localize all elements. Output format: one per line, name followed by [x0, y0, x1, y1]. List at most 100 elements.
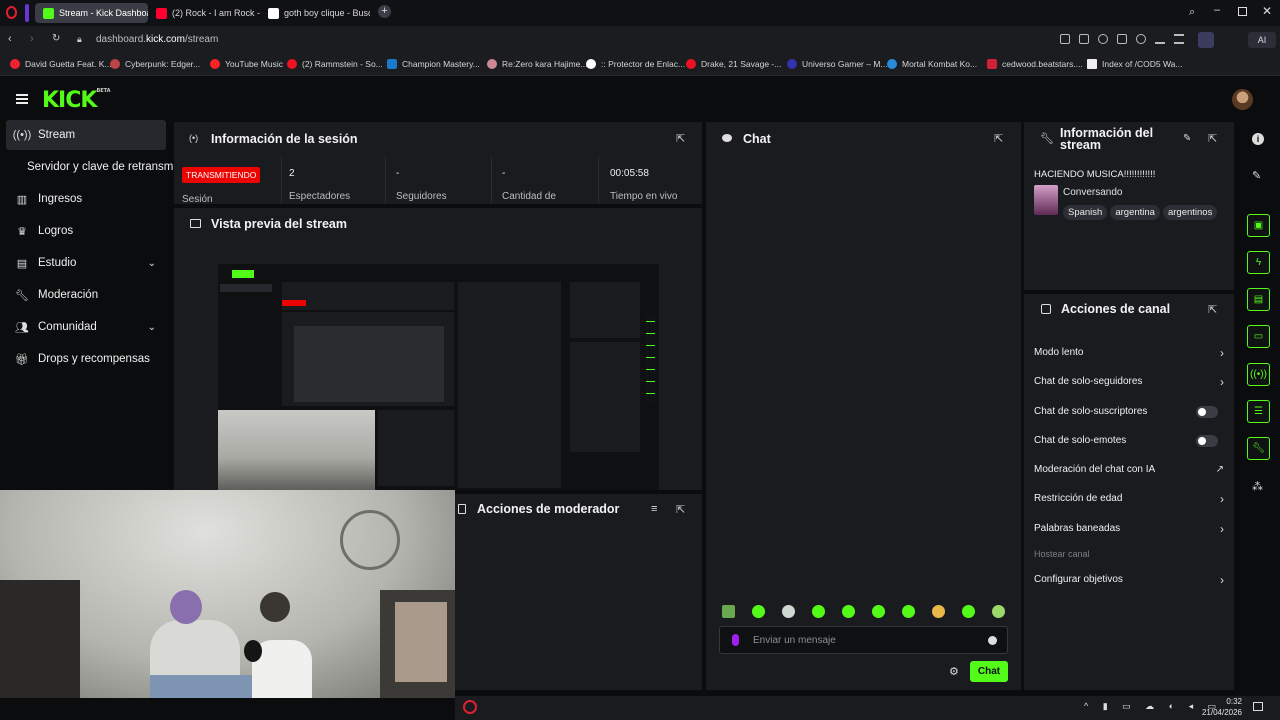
emote-icon[interactable] — [812, 605, 825, 618]
channel-action-banned-words[interactable]: Palabras baneadas › — [1034, 522, 1224, 536]
divider — [598, 157, 599, 203]
sidebar-item-moderacion[interactable]: 🔧︎ Moderación — [6, 280, 166, 310]
expand-icon[interactable]: ⇱ — [676, 503, 685, 516]
emote-icon[interactable] — [992, 605, 1005, 618]
bookmark-item[interactable]: Drake, 21 Savage -... — [686, 59, 781, 69]
bookmark-item[interactable]: Universo Gamer – M... — [787, 59, 888, 69]
rail-button-more-icon[interactable]: ⁂ — [1252, 480, 1263, 493]
emote-icon[interactable] — [902, 605, 915, 618]
sidebar-item-estudio[interactable]: ▤ Estudio ⌄ — [6, 248, 166, 278]
emote-icon[interactable] — [722, 605, 735, 618]
kick-logo[interactable]: KICKBETA — [42, 88, 111, 113]
bookmark-item[interactable]: Champion Mastery... — [387, 59, 480, 69]
new-tab-plus-icon[interactable]: + — [378, 5, 391, 18]
channel-action-goals[interactable]: Configurar objetivos › — [1034, 573, 1224, 587]
bookmark-item[interactable]: (2) Rammstein - So... — [287, 59, 383, 69]
profile-icon[interactable] — [1198, 32, 1214, 48]
chat-title: Chat — [743, 132, 771, 146]
sidebar-item-drops[interactable]: 🎁︎ Drops y recompensas — [6, 344, 166, 374]
forward-icon[interactable]: › — [30, 33, 34, 45]
tag-pill[interactable]: argentina — [1110, 205, 1160, 220]
webcam-video-overlay — [0, 490, 455, 698]
channel-action-followers-only[interactable]: Chat de solo-seguidores › — [1034, 375, 1224, 389]
rail-button-layout-icon[interactable]: ☰ — [1247, 400, 1270, 423]
emote-icon[interactable] — [782, 605, 795, 618]
taskbar-app-icon[interactable] — [463, 700, 477, 714]
chat-input[interactable]: Enviar un mensaje — [719, 626, 1008, 654]
bookmark-item[interactable]: :: Protector de Enlac... — [586, 59, 685, 69]
expand-icon[interactable]: ⇱ — [1208, 132, 1217, 145]
info-icon[interactable]: i — [1252, 133, 1264, 145]
emotes-only-toggle[interactable] — [1196, 434, 1218, 447]
edit-pencil-icon[interactable]: ✎ — [1252, 169, 1261, 182]
edit-pencil-icon[interactable]: ✎ — [1183, 133, 1191, 144]
emote-icon[interactable] — [962, 605, 975, 618]
channel-action-subscribers-only[interactable]: Chat de solo-suscriptores — [1034, 405, 1224, 418]
bookmark-item[interactable]: YouTube Music — [210, 59, 283, 69]
channel-action-slow-mode[interactable]: Modo lento › — [1034, 346, 1224, 360]
rail-button-broadcast-icon[interactable]: ((•)) — [1247, 363, 1270, 386]
url-field[interactable]: dashboard.kick.com/stream — [96, 34, 218, 45]
bookmark-item[interactable]: cedwood.beatstars.... — [987, 59, 1083, 69]
bookmark-item[interactable]: David Guetta Feat. K... — [10, 59, 111, 69]
back-icon[interactable]: ‹ — [8, 33, 12, 45]
expand-icon[interactable]: ⇱ — [994, 132, 1003, 145]
reload-icon[interactable]: ↻ — [52, 33, 60, 44]
sidebar-item-stream-key[interactable]: Servidor y clave de retransmi — [6, 152, 178, 182]
notifications-icon[interactable] — [1253, 702, 1263, 711]
hamburger-menu-icon[interactable] — [16, 94, 28, 104]
tag-pill[interactable]: argentinos — [1162, 205, 1218, 220]
google-favicon-icon — [268, 7, 279, 19]
channel-action-emotes-only[interactable]: Chat de solo-emotes — [1034, 434, 1224, 447]
minimize-icon[interactable]: – — [1214, 4, 1220, 16]
tab-stream-kick[interactable]: Stream - Kick Dashboard — [35, 3, 148, 23]
maximize-icon[interactable] — [1238, 7, 1247, 16]
sidebar-item-ingresos[interactable]: ▥ Ingresos — [6, 184, 166, 214]
divider — [281, 157, 282, 203]
tab-search-icon[interactable]: ⌕ — [1189, 6, 1195, 19]
chat-send-button[interactable]: Chat — [970, 661, 1008, 682]
moderator-actions-panel — [455, 494, 702, 690]
filter-icon[interactable]: ≡ — [651, 503, 657, 515]
bookmark-item[interactable]: Mortal Kombat Ko... — [887, 59, 977, 69]
stream-preview-video[interactable] — [218, 242, 659, 490]
ai-button[interactable]: AI — [1248, 32, 1276, 48]
close-window-icon[interactable]: ✕ — [1262, 4, 1272, 18]
kick-header — [0, 76, 1280, 122]
tab-goth-boy-clique[interactable]: goth boy clique - Buscar c — [260, 3, 370, 23]
chat-settings-gear-icon[interactable]: ⚙ — [949, 665, 959, 678]
rail-button-wrench-icon[interactable]: 🔧︎ — [1247, 437, 1270, 460]
avatar[interactable] — [1232, 89, 1253, 110]
opera-menu-icon[interactable] — [6, 6, 17, 19]
youtube-favicon-icon — [156, 7, 167, 19]
expand-icon[interactable]: ⇱ — [1208, 303, 1217, 316]
session-info-title: Información de la sesión — [211, 132, 358, 146]
microphone-icon[interactable] — [732, 634, 739, 646]
rail-button-capture-icon[interactable]: ▣ — [1247, 214, 1270, 237]
expand-icon[interactable]: ⇱ — [676, 132, 685, 145]
rail-button-bolt-icon[interactable]: ϟ — [1247, 251, 1270, 274]
channel-action-host-channel: Hostear canal — [1034, 549, 1090, 559]
studio-icon: ▤ — [16, 257, 28, 270]
channel-action-age-restriction[interactable]: Restricción de edad › — [1034, 492, 1224, 506]
rail-button-document-icon[interactable]: ▤ — [1247, 288, 1270, 311]
channel-action-ai-moderation[interactable]: Moderación del chat con IA ↗ — [1034, 464, 1224, 475]
emote-icon[interactable] — [842, 605, 855, 618]
extensions-icons[interactable] — [1060, 34, 1210, 46]
tag-pill[interactable]: Spanish — [1063, 205, 1108, 220]
bookmark-item[interactable]: Cyberpunk: Edger... — [110, 59, 200, 69]
sidebar-item-comunidad[interactable]: 👥︎ Comunidad ⌄ — [6, 312, 166, 342]
rail-button-chat-icon[interactable]: ▭ — [1247, 325, 1270, 348]
bookmark-item[interactable]: Re:Zero kara Hajime... — [487, 59, 588, 69]
taskbar-clock: 0:32 21/04/2026 — [1201, 697, 1242, 717]
subscribers-only-toggle[interactable] — [1196, 405, 1218, 418]
sidebar-accent — [25, 4, 29, 22]
emote-icon[interactable] — [932, 605, 945, 618]
bookmark-item[interactable]: Index of /COD5 Wa... — [1087, 59, 1182, 69]
tab-rock[interactable]: (2) Rock - I am Rock - Ne — [148, 3, 260, 23]
emote-icon[interactable] — [752, 605, 765, 618]
sidebar-item-stream[interactable]: ((•)) Stream — [6, 120, 166, 150]
emote-icon[interactable] — [872, 605, 885, 618]
emoji-icon[interactable] — [988, 636, 997, 645]
sidebar-item-logros[interactable]: ♛ Logros — [6, 216, 166, 246]
